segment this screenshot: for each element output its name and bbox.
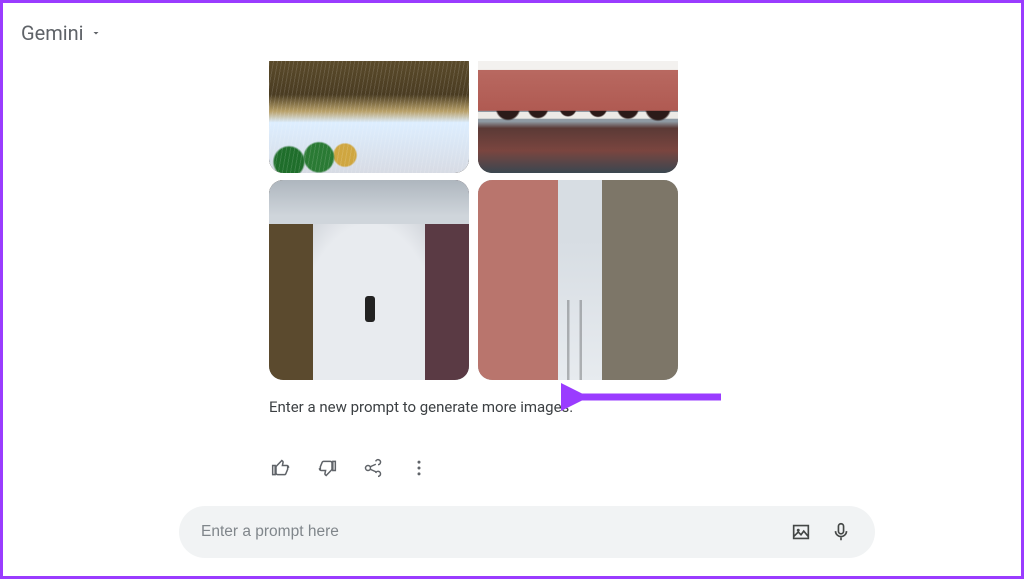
generated-images-row-2 [269, 180, 679, 380]
share-icon[interactable] [361, 456, 385, 480]
hint-text: Enter a new prompt to generate more imag… [269, 398, 749, 416]
thumbs-up-icon[interactable] [269, 456, 293, 480]
microphone-icon[interactable] [821, 512, 861, 552]
generated-image-1[interactable] [269, 61, 469, 173]
thumbs-down-icon[interactable] [315, 456, 339, 480]
image-icon[interactable] [781, 512, 821, 552]
prompt-bar [179, 506, 875, 558]
model-selector[interactable]: Gemini [21, 21, 102, 45]
generated-image-4[interactable] [478, 180, 678, 380]
generated-image-2[interactable] [478, 61, 678, 173]
more-options-icon[interactable] [407, 456, 431, 480]
response-actions [269, 456, 749, 480]
response-block: Enter a new prompt to generate more imag… [269, 61, 749, 480]
app-title: Gemini [21, 21, 84, 45]
generated-images-row-1 [269, 61, 679, 173]
chevron-down-icon [90, 27, 102, 39]
prompt-input[interactable] [201, 523, 781, 541]
generated-image-3[interactable] [269, 180, 469, 380]
